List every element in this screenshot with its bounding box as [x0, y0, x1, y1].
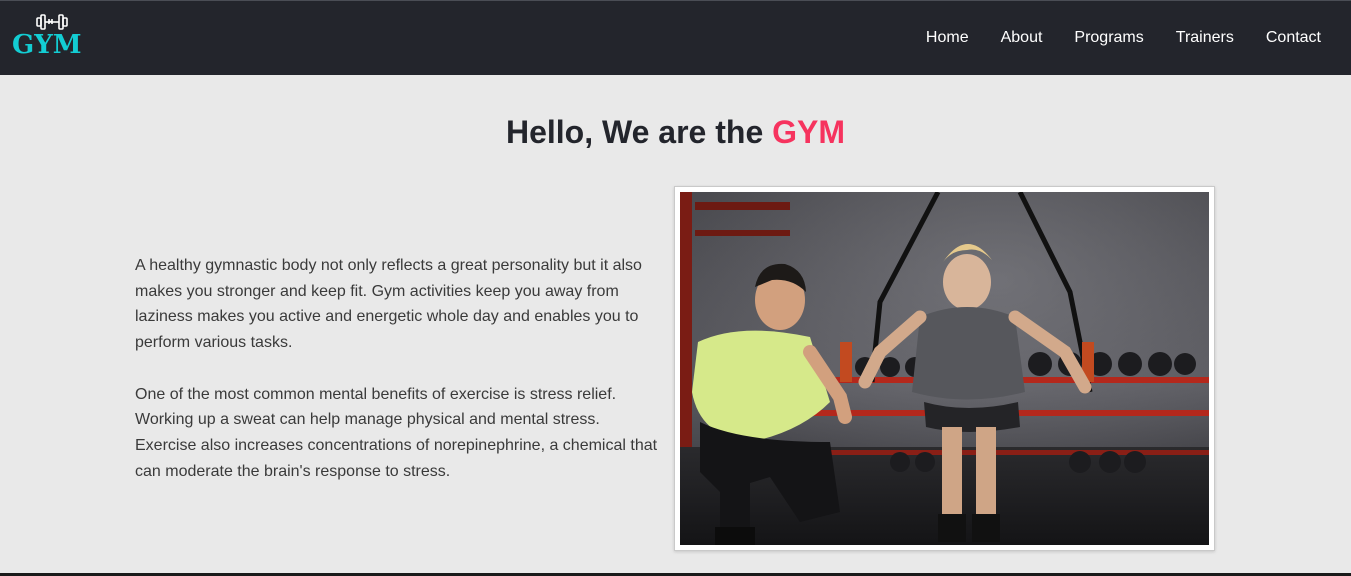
photo-frame	[674, 186, 1215, 551]
paragraph-2: One of the most common mental benefits o…	[135, 385, 658, 480]
page-heading: Hello, We are the GYM	[0, 113, 1351, 151]
navbar: GYM Home About Programs Trainers Contact	[0, 0, 1351, 75]
heading-accent: GYM	[772, 114, 846, 150]
heading-prefix: Hello, We are the	[505, 114, 773, 150]
nav-trainers[interactable]: Trainers	[1176, 27, 1234, 49]
paragraph-1: A healthy gymnastic body not only reflec…	[135, 257, 642, 352]
main-nav: Home About Programs Trainers Contact	[894, 27, 1321, 49]
logo[interactable]: GYM	[12, 11, 94, 61]
gym-training-photo	[680, 192, 1209, 545]
nav-about[interactable]: About	[1001, 27, 1043, 49]
gym-photo-illustration	[680, 192, 1209, 545]
about-text: A healthy gymnastic body not only reflec…	[135, 253, 665, 510]
dumbbell-icon	[36, 14, 68, 30]
brand-name: GYM	[12, 30, 82, 60]
nav-contact[interactable]: Contact	[1266, 27, 1321, 49]
nav-programs[interactable]: Programs	[1074, 27, 1143, 49]
nav-home[interactable]: Home	[926, 27, 969, 49]
